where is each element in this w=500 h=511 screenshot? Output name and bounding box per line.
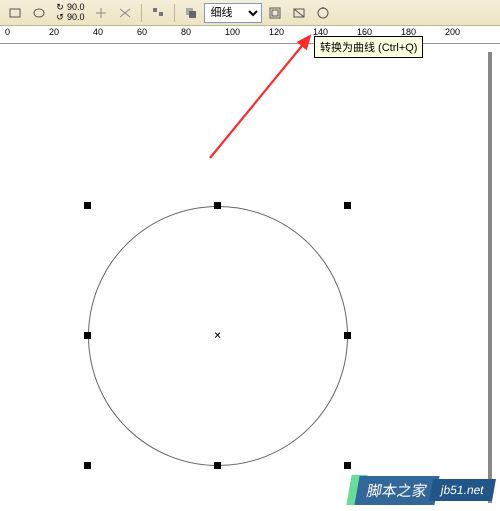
rotate-cw-icon: ↻: [55, 3, 65, 13]
page-shadow: [488, 52, 492, 503]
toolbar: ↻90.0 ↺90.0 细线: [0, 0, 500, 26]
handle-e[interactable]: [344, 332, 351, 339]
watermark: 脚本之家 jb51.net: [349, 475, 494, 505]
watermark-url: jb51.net: [429, 479, 496, 501]
flip-v-button[interactable]: [114, 3, 136, 23]
handle-s[interactable]: [214, 462, 221, 469]
rotate-ccw-value[interactable]: 90.0: [67, 13, 85, 22]
ellipse-tool-button[interactable]: [28, 3, 50, 23]
handle-nw[interactable]: [84, 202, 91, 209]
center-marker: ×: [214, 328, 221, 342]
outline-button[interactable]: [264, 3, 286, 23]
canvas[interactable]: ×: [0, 44, 500, 511]
horizontal-ruler: 0 20 40 60 80 100 120 140 160 180 200: [0, 26, 500, 44]
handle-se[interactable]: [344, 462, 351, 469]
wireframe-button[interactable]: [288, 3, 310, 23]
tooltip-text: 转换为曲线 (Ctrl+Q): [320, 42, 417, 54]
line-style-dropdown[interactable]: 细线: [204, 3, 262, 23]
convert-to-curves-button[interactable]: [312, 3, 334, 23]
rotation-inputs: ↻90.0 ↺90.0: [52, 3, 88, 23]
separator: [174, 4, 175, 22]
watermark-brand: 脚本之家: [355, 476, 440, 505]
rotate-cw-value[interactable]: 90.0: [67, 3, 85, 12]
handle-ne[interactable]: [344, 202, 351, 209]
rotate-ccw-icon: ↺: [55, 13, 65, 23]
align-button[interactable]: [147, 3, 169, 23]
rect-tool-button[interactable]: [4, 3, 26, 23]
handle-n[interactable]: [214, 202, 221, 209]
handle-sw[interactable]: [84, 462, 91, 469]
handle-w[interactable]: [84, 332, 91, 339]
tooltip: 转换为曲线 (Ctrl+Q): [314, 36, 423, 58]
separator: [141, 4, 142, 22]
flip-h-button[interactable]: [90, 3, 112, 23]
order-button[interactable]: [180, 3, 202, 23]
